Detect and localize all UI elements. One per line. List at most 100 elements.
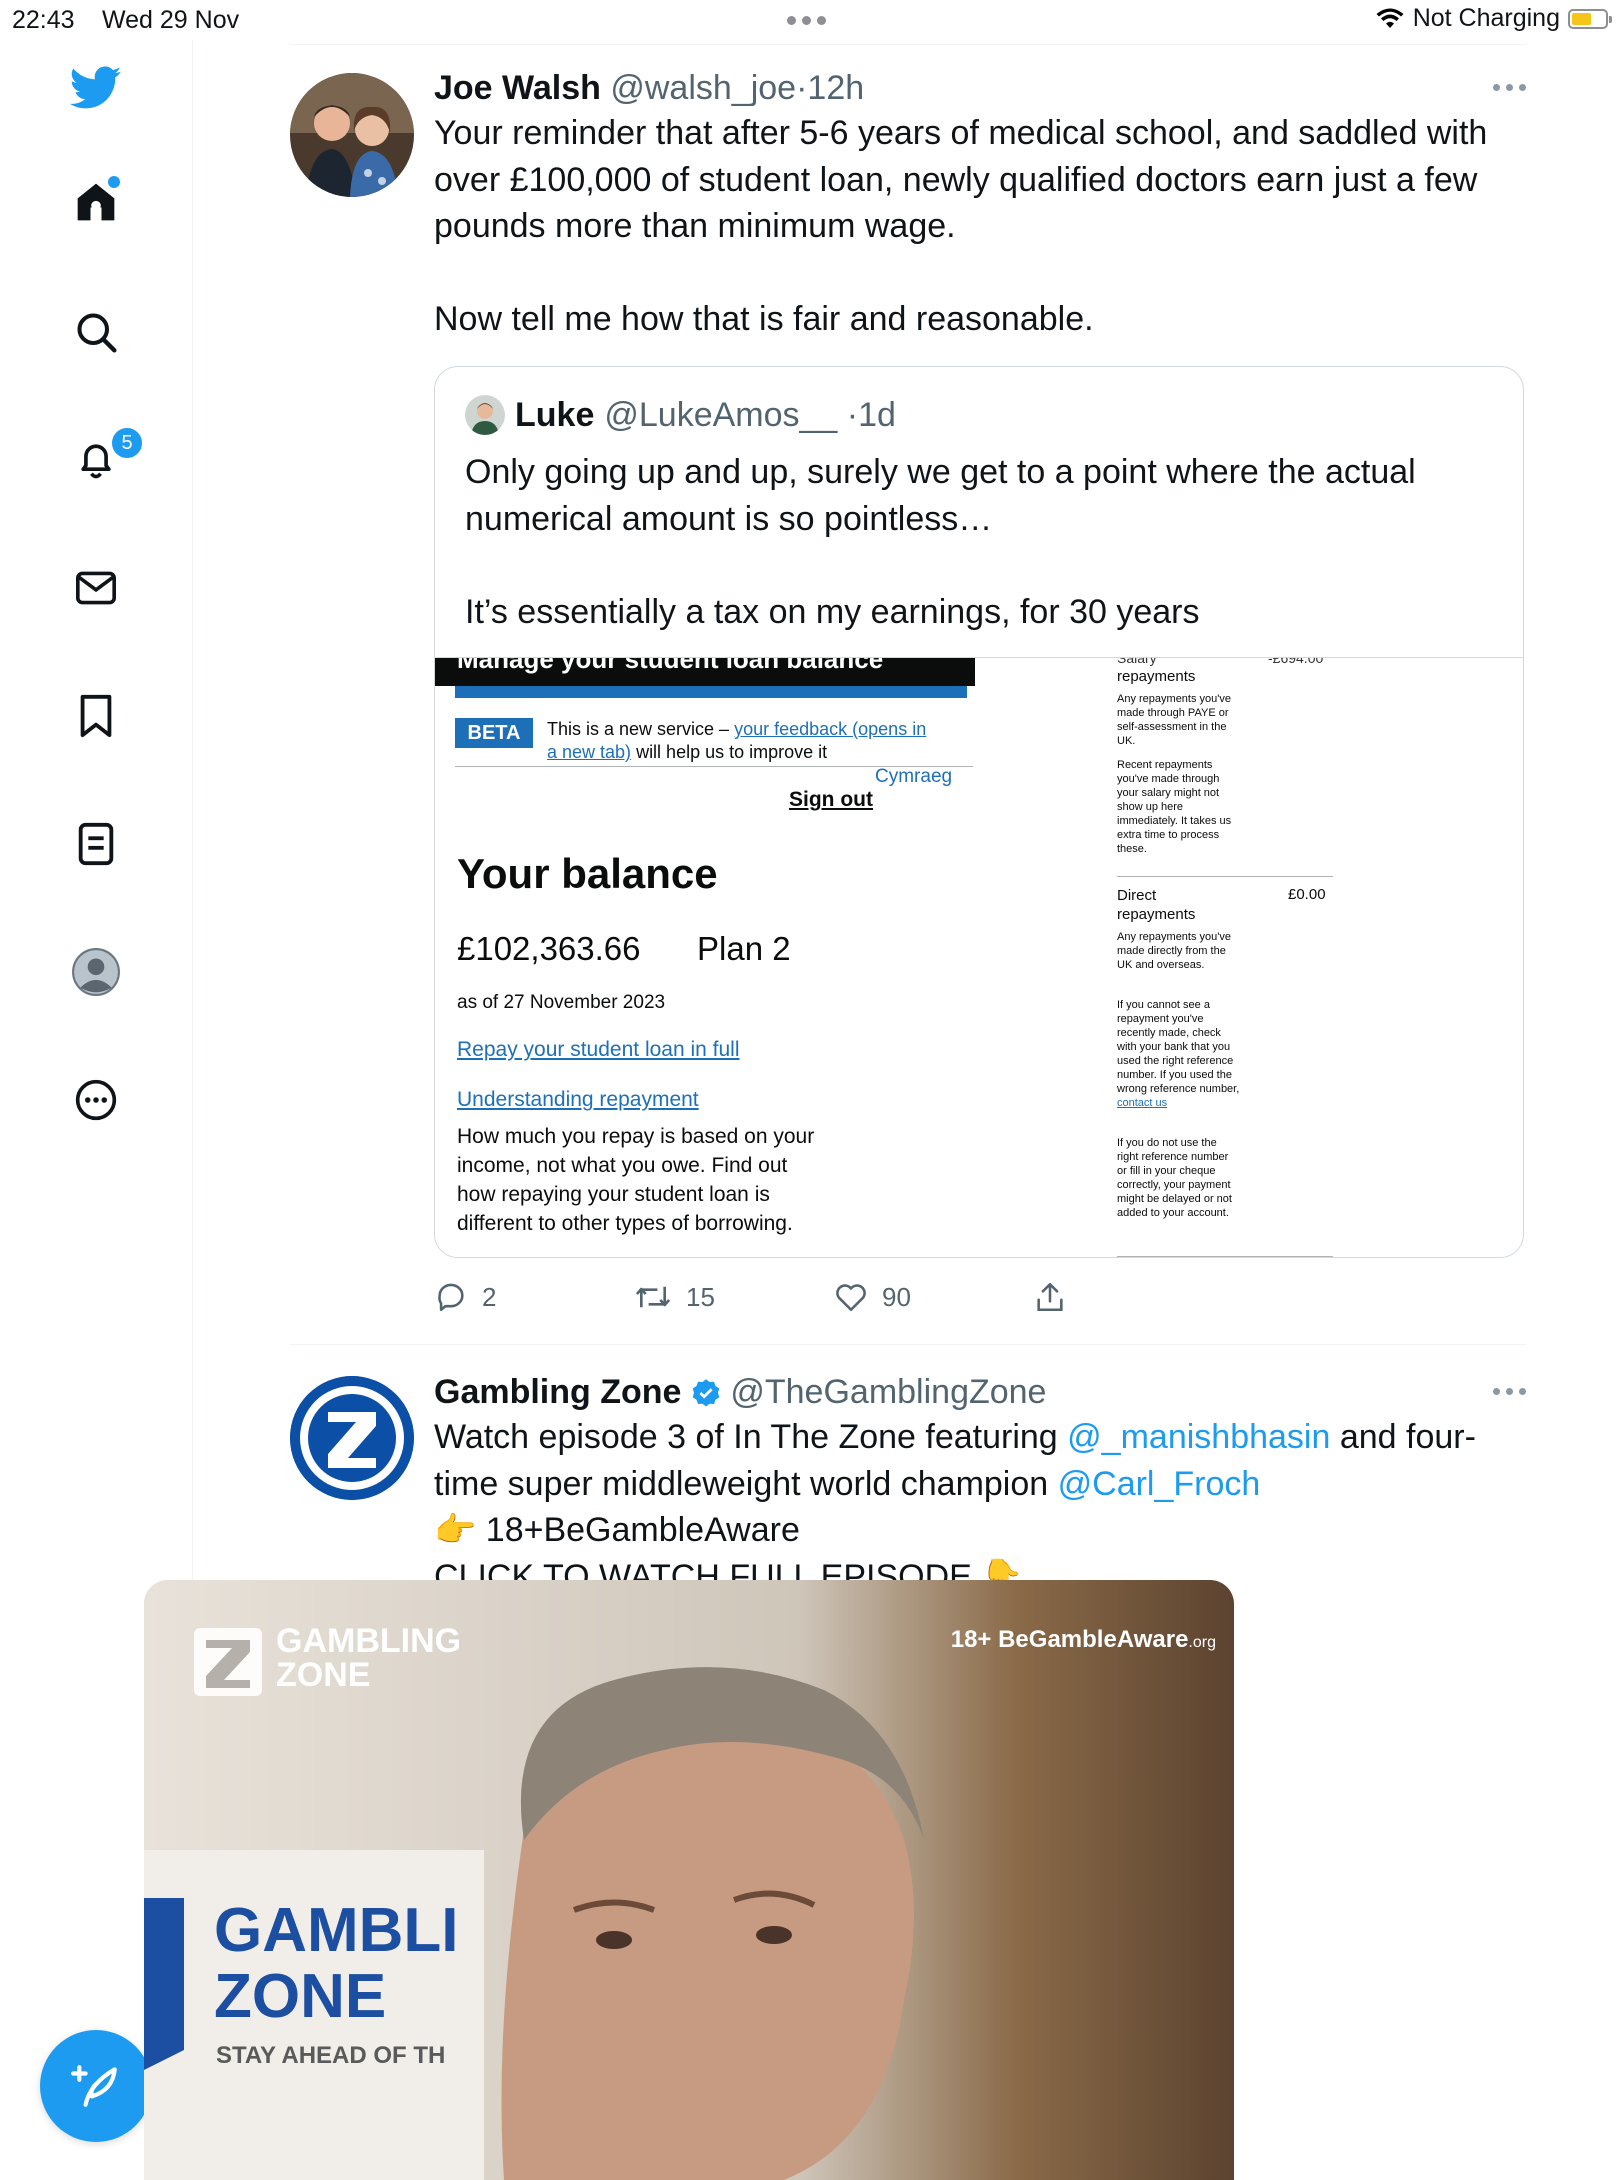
share-button[interactable] bbox=[1034, 1280, 1234, 1314]
more-circle-icon[interactable] bbox=[70, 1074, 122, 1126]
beta-banner-text: This is a new service – your feedback (o… bbox=[547, 718, 967, 764]
battery-icon bbox=[1568, 8, 1612, 29]
contact-us-link[interactable]: contact us bbox=[1117, 1097, 1167, 1109]
retweet-icon bbox=[635, 1286, 671, 1308]
home-icon[interactable] bbox=[70, 176, 122, 228]
charging-status: Not Charging bbox=[1412, 4, 1560, 32]
feedback-link-2[interactable]: a new tab) bbox=[547, 742, 631, 762]
beta-text-2: will help us to improve it bbox=[631, 742, 828, 762]
tweet-more-icon[interactable] bbox=[1493, 1388, 1526, 1395]
tweet-more-icon[interactable] bbox=[1493, 84, 1526, 91]
mention-link[interactable]: @Carl_Froch bbox=[1058, 1465, 1261, 1503]
author-handle[interactable]: @TheGamblingZone bbox=[730, 1373, 1046, 1411]
avatar[interactable] bbox=[290, 73, 414, 197]
reply-icon bbox=[438, 1283, 464, 1312]
direct-value: £0.00 bbox=[1288, 886, 1326, 903]
quote-author-handle: @LukeAmos__ bbox=[604, 395, 838, 434]
tweet-body: Gambling Zone @TheGamblingZone Watch epi… bbox=[434, 1370, 1526, 1600]
status-right: Not Charging bbox=[1375, 4, 1612, 33]
recent-desc: Recent repayments you've made through yo… bbox=[1117, 759, 1232, 855]
understanding-text: How much you repay is based on your inco… bbox=[457, 1125, 815, 1235]
twitter-bird-icon[interactable] bbox=[70, 62, 122, 114]
sign-out-link[interactable]: Sign out bbox=[789, 788, 873, 812]
begambleaware-main: 18+ BeGambleAware bbox=[950, 1626, 1189, 1653]
profile-icon[interactable] bbox=[70, 946, 122, 998]
beta-tag: BETA bbox=[455, 718, 533, 748]
avatar[interactable] bbox=[290, 1376, 414, 1500]
author-name[interactable]: Joe Walsh bbox=[434, 69, 601, 107]
gov-blue-strip bbox=[455, 686, 967, 698]
plan-type: Plan 2 bbox=[697, 930, 791, 967]
media-logo-line-1: GAMBLING bbox=[276, 1622, 462, 1660]
feedback-link[interactable]: your feedback (opens in bbox=[734, 719, 926, 739]
bell-icon[interactable]: 5 bbox=[70, 426, 144, 486]
tweet-text: Watch episode 3 of In The Zone featuring… bbox=[434, 1414, 1526, 1600]
quote-tweet[interactable]: Luke @LukeAmos__ ·1d Only going up and u… bbox=[434, 366, 1524, 1258]
reply-button[interactable]: 2 bbox=[434, 1280, 634, 1314]
tweet-time[interactable]: 12h bbox=[807, 69, 864, 107]
understanding-repayment-link[interactable]: Understanding repayment bbox=[457, 1088, 699, 1112]
banner-tagline: STAY AHEAD OF TH bbox=[216, 2042, 446, 2069]
salary-label: Salary bbox=[1117, 657, 1157, 666]
meta-separator: · bbox=[796, 69, 808, 107]
wifi-icon bbox=[1376, 8, 1404, 28]
tweet-line-2: 👉 18+BeGambleAware bbox=[434, 1511, 800, 1549]
compose-tweet-button[interactable] bbox=[40, 2030, 152, 2142]
status-date: Wed 29 Nov bbox=[102, 6, 240, 34]
promoted-video-media[interactable]: GAMBLING ZONE 18+ BeGambleAware.org GAMB… bbox=[144, 1580, 1234, 2180]
cannot-see-body: If you cannot see a repayment you've rec… bbox=[1117, 999, 1240, 1095]
repayments-divider bbox=[1117, 876, 1333, 877]
media-logo-text: GAMBLING ZONE bbox=[276, 1624, 461, 1692]
quote-separator: · bbox=[846, 395, 859, 434]
tweet-card[interactable]: Joe Walsh @walsh_joe·12h Your reminder t… bbox=[290, 44, 1526, 1344]
quote-author-name: Luke bbox=[515, 395, 595, 434]
author-name[interactable]: Gambling Zone bbox=[434, 1373, 681, 1411]
cannot-see-text: If you cannot see a repayment you've rec… bbox=[1117, 998, 1241, 1110]
tweet-text-1: Watch episode 3 of In The Zone featuring bbox=[434, 1418, 1068, 1456]
tweet-text: Your reminder that after 5-6 years of me… bbox=[434, 114, 1488, 338]
tweet-body: Joe Walsh @walsh_joe·12h Your reminder t… bbox=[434, 66, 1526, 343]
tweet-header: Gambling Zone @TheGamblingZone bbox=[434, 1370, 1526, 1414]
quote-avatar bbox=[465, 395, 505, 435]
home-notification-dot bbox=[108, 176, 120, 188]
mention-link[interactable]: @_manishbhasin bbox=[1067, 1418, 1330, 1456]
direct-label: Direct repayments bbox=[1117, 887, 1196, 923]
balance-title: Your balance bbox=[457, 850, 718, 897]
begambleaware-org: .org bbox=[1188, 1634, 1216, 1651]
begambleaware-text: 18+ BeGambleAware.org bbox=[951, 1626, 1216, 1654]
quote-header: Luke @LukeAmos__ ·1d bbox=[465, 395, 896, 435]
like-count: 90 bbox=[882, 1281, 911, 1312]
compose-tweet-icon bbox=[71, 2065, 117, 2107]
author-handle[interactable]: @walsh_joe bbox=[610, 69, 796, 107]
multitasking-dots-icon[interactable] bbox=[787, 16, 826, 25]
media-logo-line-2: ZONE bbox=[276, 1656, 371, 1694]
tweet-header: Joe Walsh @walsh_joe·12h bbox=[434, 66, 1526, 110]
balance-amount: £102,363.66 bbox=[457, 930, 641, 967]
bottom-divider bbox=[1117, 1256, 1333, 1257]
like-button[interactable]: 90 bbox=[834, 1281, 1034, 1313]
reply-count: 2 bbox=[482, 1281, 497, 1312]
share-icon bbox=[1037, 1282, 1063, 1312]
bookmark-icon[interactable] bbox=[70, 690, 122, 742]
balance-date: as of 27 November 2023 bbox=[457, 992, 666, 1013]
search-icon[interactable] bbox=[70, 306, 122, 358]
status-bar: 22:43 Wed 29 Nov Not Charging bbox=[0, 0, 1620, 40]
heart-icon bbox=[836, 1284, 866, 1312]
repay-in-full-link[interactable]: Repay your student loan in full bbox=[457, 1038, 740, 1062]
salary-repayments-label: repayments bbox=[1117, 668, 1196, 685]
banner-line-2: ZONE bbox=[214, 1962, 387, 2031]
cymraeg-link[interactable]: Cymraeg bbox=[875, 766, 952, 788]
verified-badge-icon bbox=[692, 1379, 720, 1407]
notification-badge: 5 bbox=[110, 426, 144, 460]
banner-line-1: GAMBLI bbox=[214, 1896, 459, 1965]
lists-icon[interactable] bbox=[70, 818, 122, 870]
gov-header-title: Manage your student loan balance bbox=[457, 658, 884, 674]
beta-text-1: This is a new service – bbox=[547, 719, 735, 739]
gov-header-bar: Manage your student loan balance bbox=[435, 658, 975, 686]
quote-media-screenshot[interactable]: Manage your student loan balance BETA Th… bbox=[435, 657, 1523, 1257]
do-not-use-text: If you do not use the right reference nu… bbox=[1117, 1137, 1232, 1219]
quote-text: Only going up and up, surely we get to a… bbox=[465, 453, 1416, 631]
retweet-button[interactable]: 15 bbox=[634, 1280, 834, 1314]
mail-icon[interactable] bbox=[70, 562, 122, 614]
salary-value: -£694.00 bbox=[1268, 657, 1324, 666]
